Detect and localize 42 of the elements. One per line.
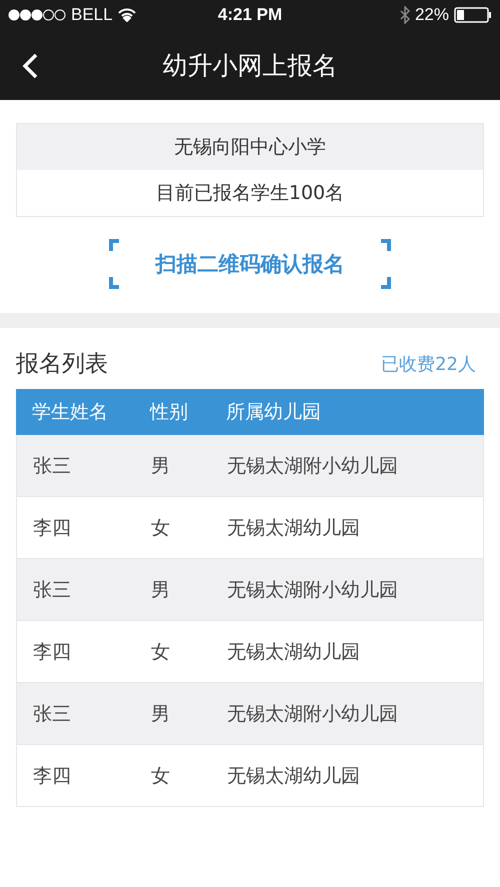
table-row[interactable]: 张三 男 无锡太湖附小幼儿园 xyxy=(16,683,484,745)
signal-icon xyxy=(8,9,66,21)
battery-icon xyxy=(454,7,492,23)
table-cell-text: 无锡太湖幼儿园 xyxy=(227,640,361,664)
carrier-name: BELL xyxy=(71,5,113,25)
battery-percent: 22% xyxy=(414,5,449,25)
table-cell-text: 李四 xyxy=(33,640,72,664)
table-cell-text: 无锡太湖附小幼儿园 xyxy=(227,578,399,602)
table-row[interactable]: 李四 女 无锡太湖幼儿园 xyxy=(16,621,484,683)
table-cell-text: 李四 xyxy=(33,516,72,540)
table-cell-text: 无锡太湖幼儿园 xyxy=(227,516,361,540)
table-cell-text: 无锡太湖附小幼儿园 xyxy=(227,454,399,478)
table-cell-text: 张三 xyxy=(33,454,72,478)
corner-bracket-icon xyxy=(109,277,119,289)
status-time: 4:21 PM xyxy=(218,5,282,25)
column-header: 性别 xyxy=(150,400,189,425)
table-cell-text: 李四 xyxy=(33,764,72,788)
table-cell-text: 女 xyxy=(151,516,171,540)
table-row[interactable]: 李四 女 无锡太湖幼儿园 xyxy=(16,745,484,807)
table-row[interactable]: 张三 男 无锡太湖附小幼儿园 xyxy=(16,559,484,621)
wifi-icon xyxy=(118,8,136,22)
table-cell-text: 男 xyxy=(151,578,171,602)
table-cell-text: 女 xyxy=(151,764,171,788)
table-cell-text: 女 xyxy=(151,640,171,664)
back-icon[interactable] xyxy=(22,53,38,79)
table-cell-text: 男 xyxy=(151,454,171,478)
table-row[interactable]: 张三 男 无锡太湖附小幼儿园 xyxy=(16,435,484,497)
table-cell-text: 张三 xyxy=(33,578,72,602)
column-header: 学生姓名 xyxy=(32,400,109,425)
corner-bracket-icon xyxy=(109,239,119,251)
column-header: 所属幼儿园 xyxy=(226,400,322,425)
school-name: 无锡向阳中心小学 xyxy=(17,124,483,170)
bluetooth-icon xyxy=(400,6,410,24)
page-title: 幼升小网上报名 xyxy=(162,50,338,82)
table-cell-text: 男 xyxy=(151,702,171,726)
corner-bracket-icon xyxy=(381,277,391,289)
corner-bracket-icon xyxy=(381,239,391,251)
table-cell-text: 无锡太湖附小幼儿园 xyxy=(227,702,399,726)
table-cell-text: 张三 xyxy=(33,702,72,726)
table-cell-text: 无锡太湖幼儿园 xyxy=(227,764,361,788)
list-title: 报名列表 xyxy=(16,350,108,379)
table-row[interactable]: 李四 女 无锡太湖幼儿园 xyxy=(16,497,484,559)
